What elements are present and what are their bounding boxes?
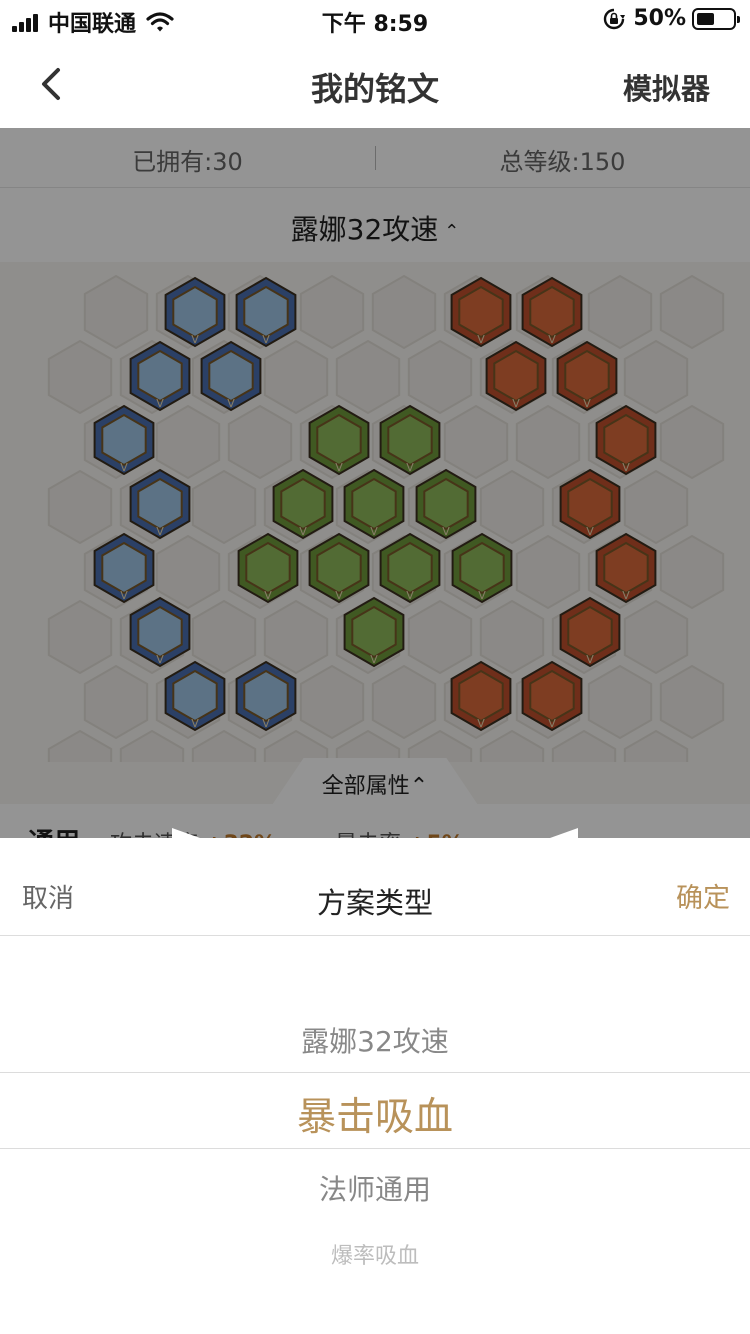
modal-overlay[interactable]: [0, 128, 750, 848]
simulator-button[interactable]: 模拟器: [623, 66, 710, 108]
nav-bar: 我的铭文 模拟器: [0, 40, 750, 128]
battery-icon: [692, 7, 740, 30]
picker-wheel[interactable]: 露娜32攻速 暴击吸血 法师通用 爆率吸血: [0, 936, 750, 1334]
confirm-button[interactable]: 确定: [676, 876, 730, 915]
picker-option[interactable]: 露娜32攻速: [0, 1020, 750, 1060]
status-bar: 中国联通 下午 8:59 50%: [0, 0, 750, 40]
picker-header: 取消 方案类型 确定: [0, 838, 750, 936]
plan-type-picker: 取消 方案类型 确定 露娜32攻速 暴击吸血 法师通用 爆率吸血: [0, 828, 750, 1334]
picker-title: 方案类型: [316, 886, 433, 920]
picker-option[interactable]: 爆率吸血: [0, 1238, 750, 1270]
picker-option[interactable]: 法师通用: [0, 1168, 750, 1208]
status-right: 50%: [603, 6, 740, 31]
battery-percent: 50%: [633, 6, 686, 31]
battery-tip: [737, 15, 740, 23]
picker-option-selected[interactable]: 暴击吸血: [0, 1086, 750, 1142]
battery-fill: [697, 12, 714, 25]
selection-line: [0, 1072, 750, 1073]
selection-line: [0, 1148, 750, 1149]
rotation-lock-icon: [604, 8, 626, 29]
